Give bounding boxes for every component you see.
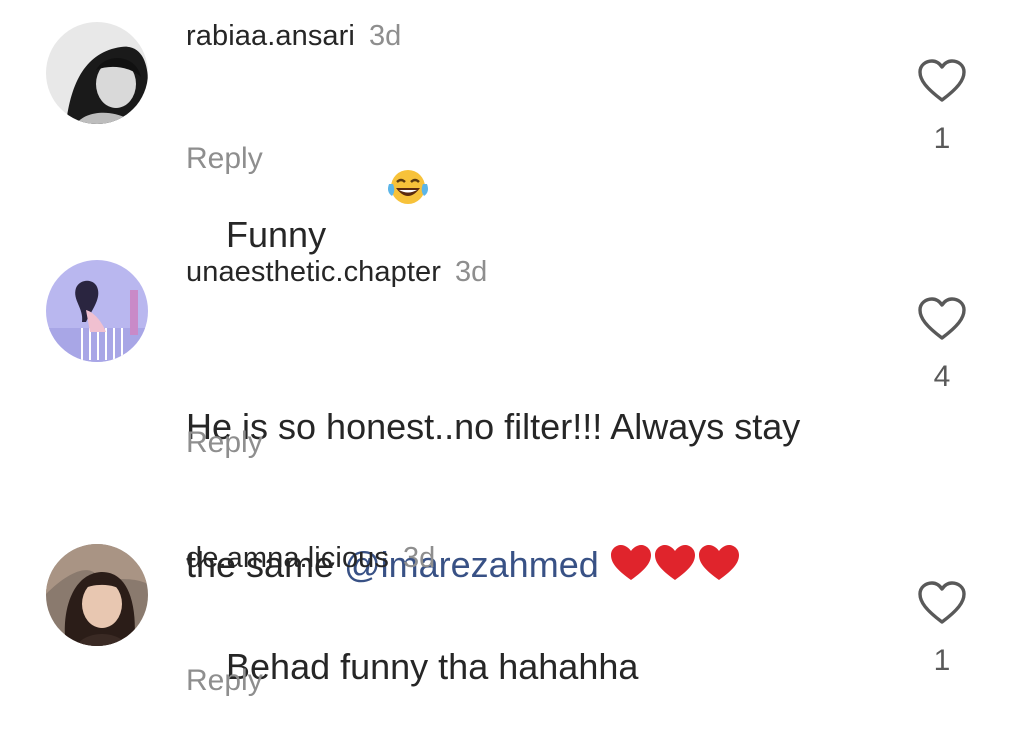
avatar[interactable]: [46, 22, 148, 124]
username[interactable]: de.amna.licious: [186, 542, 389, 574]
like-heart-icon[interactable]: [916, 58, 968, 104]
timestamp: 3d: [368, 20, 402, 52]
comment-header: de.amna.licious 3d: [186, 542, 435, 575]
comment-header: rabiaa.ansari 3d: [186, 20, 401, 53]
like-count: 1: [933, 644, 951, 677]
username[interactable]: rabiaa.ansari: [186, 20, 355, 52]
timestamp: 3d: [403, 542, 436, 574]
comment-text: Behad funny tha hahahha: [186, 598, 886, 736]
comment-item: de.amna.licious 3d Behad funny tha hahahh…: [0, 524, 1024, 724]
comment-item: rabiaa.ansari 3d Funny Reply 1: [0, 0, 1024, 255]
like-count: 4: [933, 360, 951, 393]
comment-item: unaesthetic.chapter 3d He is so honest..n…: [0, 240, 1024, 585]
reply-button[interactable]: Reply: [186, 426, 263, 460]
comment-text-line: He is so honest..no filter!!! Always sta…: [186, 406, 801, 447]
like-count: 1: [933, 122, 951, 155]
timestamp: 3d: [455, 256, 488, 288]
comment-text-body: Behad funny tha hahahha: [226, 646, 639, 687]
reply-button[interactable]: Reply: [186, 142, 263, 176]
like-heart-icon[interactable]: [916, 580, 968, 626]
username[interactable]: unaesthetic.chapter: [186, 256, 441, 288]
avatar[interactable]: [46, 260, 148, 362]
reply-button[interactable]: Reply: [186, 664, 263, 698]
avatar[interactable]: [46, 544, 148, 646]
comment-header: unaesthetic.chapter 3d: [186, 256, 487, 289]
like-heart-icon[interactable]: [916, 296, 968, 342]
